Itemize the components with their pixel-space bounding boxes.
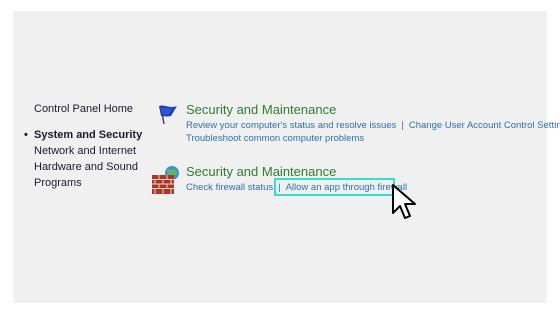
troubleshoot-link[interactable]: Troubleshoot common computer problems xyxy=(186,133,364,144)
active-bullet-icon: • xyxy=(24,129,28,141)
separator: | xyxy=(278,182,281,193)
sidebar-item-label: System and Security xyxy=(34,129,143,141)
sidebar-item-programs[interactable]: Programs xyxy=(34,175,142,191)
mouse-pointer-icon xyxy=(392,184,416,219)
sidebar-item-system-and-security[interactable]: • System and Security xyxy=(24,127,143,143)
section-title[interactable]: Security and Maintenance xyxy=(186,163,407,181)
change-uac-settings-link[interactable]: Change User Account Control Settings xyxy=(409,120,560,131)
sidebar-item-control-panel-home[interactable]: Control Panel Home xyxy=(34,101,142,117)
sidebar: Control Panel Home • System and Security… xyxy=(24,101,143,191)
sidebar-item-hardware-and-sound[interactable]: Hardware and Sound xyxy=(34,159,142,175)
firewall-icon xyxy=(152,166,179,194)
sidebar-item-network-and-internet[interactable]: Network and Internet xyxy=(34,143,142,159)
review-status-link[interactable]: Review your computer's status and resolv… xyxy=(186,120,396,131)
check-firewall-status-link[interactable]: Check firewall status xyxy=(186,182,273,193)
section-title[interactable]: Security and Maintenance xyxy=(186,101,560,119)
link-row: Troubleshoot common computer problems xyxy=(186,132,560,145)
flag-icon xyxy=(159,105,177,125)
link-row: Check firewall status | Allow an app throu… xyxy=(186,181,407,194)
section-windows-firewall: Security and Maintenance Check firewall … xyxy=(186,163,407,194)
separator: | xyxy=(401,120,404,131)
link-row: Review your computer's status and resolv… xyxy=(186,119,560,132)
allow-app-through-firewall-link[interactable]: Allow an app through firewall xyxy=(286,182,407,193)
section-security-and-maintenance: Security and Maintenance Review your com… xyxy=(186,101,560,145)
